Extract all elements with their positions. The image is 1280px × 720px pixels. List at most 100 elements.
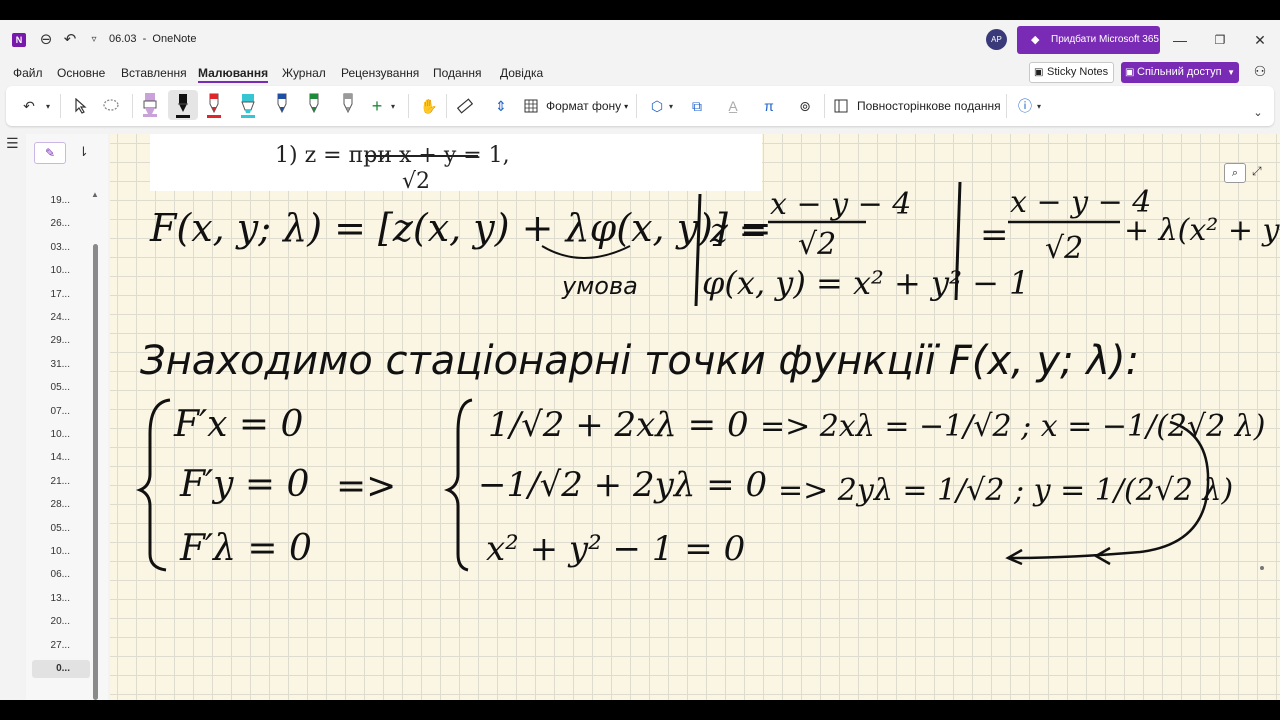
page-list-item[interactable]: 13... xyxy=(32,590,90,608)
page-list-item[interactable]: 29... xyxy=(32,332,90,350)
page-list-item[interactable]: 03... xyxy=(32,239,90,257)
chevron-down-icon: ▾ xyxy=(624,101,629,111)
back-icon[interactable]: ⊖ xyxy=(36,30,56,50)
ink-replay-icon[interactable]: ⊚ xyxy=(794,94,816,118)
page-list-item[interactable]: 19... xyxy=(32,192,90,210)
tab-help[interactable]: Довідка xyxy=(500,66,543,80)
pen-blue[interactable] xyxy=(272,90,292,120)
page-list-item[interactable]: 10... xyxy=(32,543,90,561)
handwritten-ink: 1) z = при x + y = 1, √2 F(x, y; λ) = [z… xyxy=(135,143,1280,572)
quick-access-dropdown-icon[interactable]: ▿ xyxy=(84,30,104,50)
page-list-item[interactable]: 06... xyxy=(32,566,90,584)
page-list-item[interactable]: 20... xyxy=(32,613,90,631)
share-icon: ▣ xyxy=(1125,67,1135,78)
person-feedback-icon[interactable]: ⚇ xyxy=(1250,63,1270,83)
undo-dropdown-icon[interactable]: ▾ xyxy=(42,94,54,118)
page-list-item[interactable]: 14... xyxy=(32,449,90,467)
sticky-notes-button[interactable]: ▣ Sticky Notes xyxy=(1029,62,1114,83)
result-x: => 2xλ = −1/√2 ; x = −1/(2√2 λ) xyxy=(760,409,1265,444)
pen-green[interactable] xyxy=(304,90,324,120)
page-list-item[interactable]: 24... xyxy=(32,309,90,327)
tab-insert[interactable]: Вставлення xyxy=(121,66,187,80)
add-pen-icon[interactable]: + xyxy=(368,94,386,118)
close-icon[interactable]: ✕ xyxy=(1250,30,1270,50)
expand-icon[interactable]: ⤢ xyxy=(1252,164,1262,179)
page-list-item[interactable]: 28... xyxy=(32,496,90,514)
pen-red[interactable] xyxy=(204,90,224,120)
avatar[interactable]: AP xyxy=(986,29,1007,50)
hamburger-menu-icon[interactable]: ☰ xyxy=(6,135,19,152)
help-dropdown-icon[interactable]: ▾ xyxy=(1034,94,1044,118)
onenote-window: N ⊖ ↶ ▿ 06.03 - OneNote AP ◆ Придбати Mi… xyxy=(0,20,1280,700)
full-page-view-icon[interactable] xyxy=(832,94,850,118)
full-page-view-button[interactable]: Повносторінкове подання xyxy=(857,94,1001,118)
help-icon[interactable]: ⓘ xyxy=(1014,94,1036,118)
insert-space-icon[interactable]: ⇕ xyxy=(490,94,512,118)
shapes-icon[interactable]: ⬡ xyxy=(646,94,668,118)
system2-brace-stroke xyxy=(443,398,473,572)
add-pen-dropdown-icon[interactable]: ▾ xyxy=(387,94,399,118)
ribbon-divider xyxy=(636,94,637,118)
shapes-dropdown-icon[interactable]: ▾ xyxy=(666,94,676,118)
tab-view[interactable]: Подання xyxy=(433,66,481,80)
pen-black[interactable] xyxy=(168,90,198,120)
page-list-item[interactable]: 31... xyxy=(32,356,90,374)
highlighter-cyan[interactable] xyxy=(238,90,258,120)
page-list-item[interactable]: 21... xyxy=(32,473,90,491)
ribbon-divider xyxy=(132,94,133,118)
brace-z-denominator: √2 xyxy=(798,227,836,262)
restore-icon[interactable]: ❐ xyxy=(1210,30,1230,50)
ribbon-collapse-chevron-icon[interactable]: ⌄ xyxy=(1250,100,1266,124)
page-list-scrollbar[interactable] xyxy=(93,244,98,700)
page-list-item[interactable]: 17... xyxy=(32,286,90,304)
system2-row3: x² + y² − 1 = 0 xyxy=(486,529,745,569)
page-list-item[interactable]: 27... xyxy=(32,637,90,655)
search-icon[interactable]: ⌕ xyxy=(1224,163,1246,183)
page-list-item[interactable]: 05... xyxy=(32,379,90,397)
ribbon-divider xyxy=(446,94,447,118)
implies-arrow: => xyxy=(336,466,396,507)
scroll-up-icon[interactable]: ▲ xyxy=(91,190,99,199)
share-button[interactable]: ▣ Спільний доступ ▼ xyxy=(1121,62,1239,83)
title-bar: N ⊖ ↶ ▿ 06.03 - OneNote AP ◆ Придбати Mi… xyxy=(0,20,1280,60)
lasso-select-icon[interactable] xyxy=(100,94,122,118)
background-format-label: Формат фону xyxy=(546,99,622,113)
diamond-icon: ◆ xyxy=(1031,34,1040,46)
background-format-button[interactable]: Формат фону ▾ xyxy=(546,94,628,118)
sticky-note-icon: ▣ xyxy=(1034,67,1044,78)
pen-lavender[interactable] xyxy=(140,90,160,120)
page-list-item[interactable]: 05... xyxy=(32,520,90,538)
tab-home[interactable]: Основне xyxy=(57,66,105,80)
new-page-icon[interactable]: ✎ xyxy=(34,142,66,164)
note-canvas[interactable]: 1) z = при x + y = 1, √2 F(x, y; λ) = [z… xyxy=(110,134,1280,700)
ribbon-divider xyxy=(824,94,825,118)
page-list-item[interactable]: 10... xyxy=(32,426,90,444)
undo-icon[interactable]: ↶ xyxy=(18,94,40,118)
page-list-item[interactable]: 26... xyxy=(32,215,90,233)
tab-history[interactable]: Журнал xyxy=(282,66,326,80)
ruler-icon[interactable] xyxy=(454,94,476,118)
buy-m365-button[interactable]: ◆ Придбати Microsoft 365 xyxy=(1017,26,1160,54)
brace-z-numerator: x − y − 4 xyxy=(770,187,911,222)
canvas-marker xyxy=(1260,566,1264,570)
constraint-label: умова xyxy=(561,272,638,300)
result-y: => 2yλ = 1/√2 ; y = 1/(2√2 λ) xyxy=(778,473,1233,508)
sort-icon[interactable]: ⇂ xyxy=(78,144,89,160)
ink-to-math-icon[interactable]: π xyxy=(758,94,780,118)
minimize-icon[interactable]: — xyxy=(1170,30,1190,50)
tab-draw[interactable]: Малювання xyxy=(198,66,269,83)
page-list-item[interactable]: 07... xyxy=(32,403,90,421)
background-format-icon[interactable] xyxy=(522,94,540,118)
tab-review[interactable]: Рецензування xyxy=(341,66,419,80)
system1-row3: F′λ = 0 xyxy=(179,528,312,569)
page-list-item[interactable]: 0... xyxy=(32,660,90,678)
ribbon-divider xyxy=(1006,94,1007,118)
pen-gray[interactable] xyxy=(338,90,358,120)
select-cursor-icon[interactable] xyxy=(70,94,92,118)
page-list-item[interactable]: 10... xyxy=(32,262,90,280)
heading: Знаходимо стаціонарні точки функції F(x,… xyxy=(140,338,1139,384)
undo-icon[interactable]: ↶ xyxy=(60,30,80,50)
tab-file[interactable]: Файл xyxy=(13,66,43,80)
hand-pan-icon[interactable]: ✋ xyxy=(418,94,440,118)
ink-to-shape-icon[interactable]: ⧉ xyxy=(686,94,708,118)
